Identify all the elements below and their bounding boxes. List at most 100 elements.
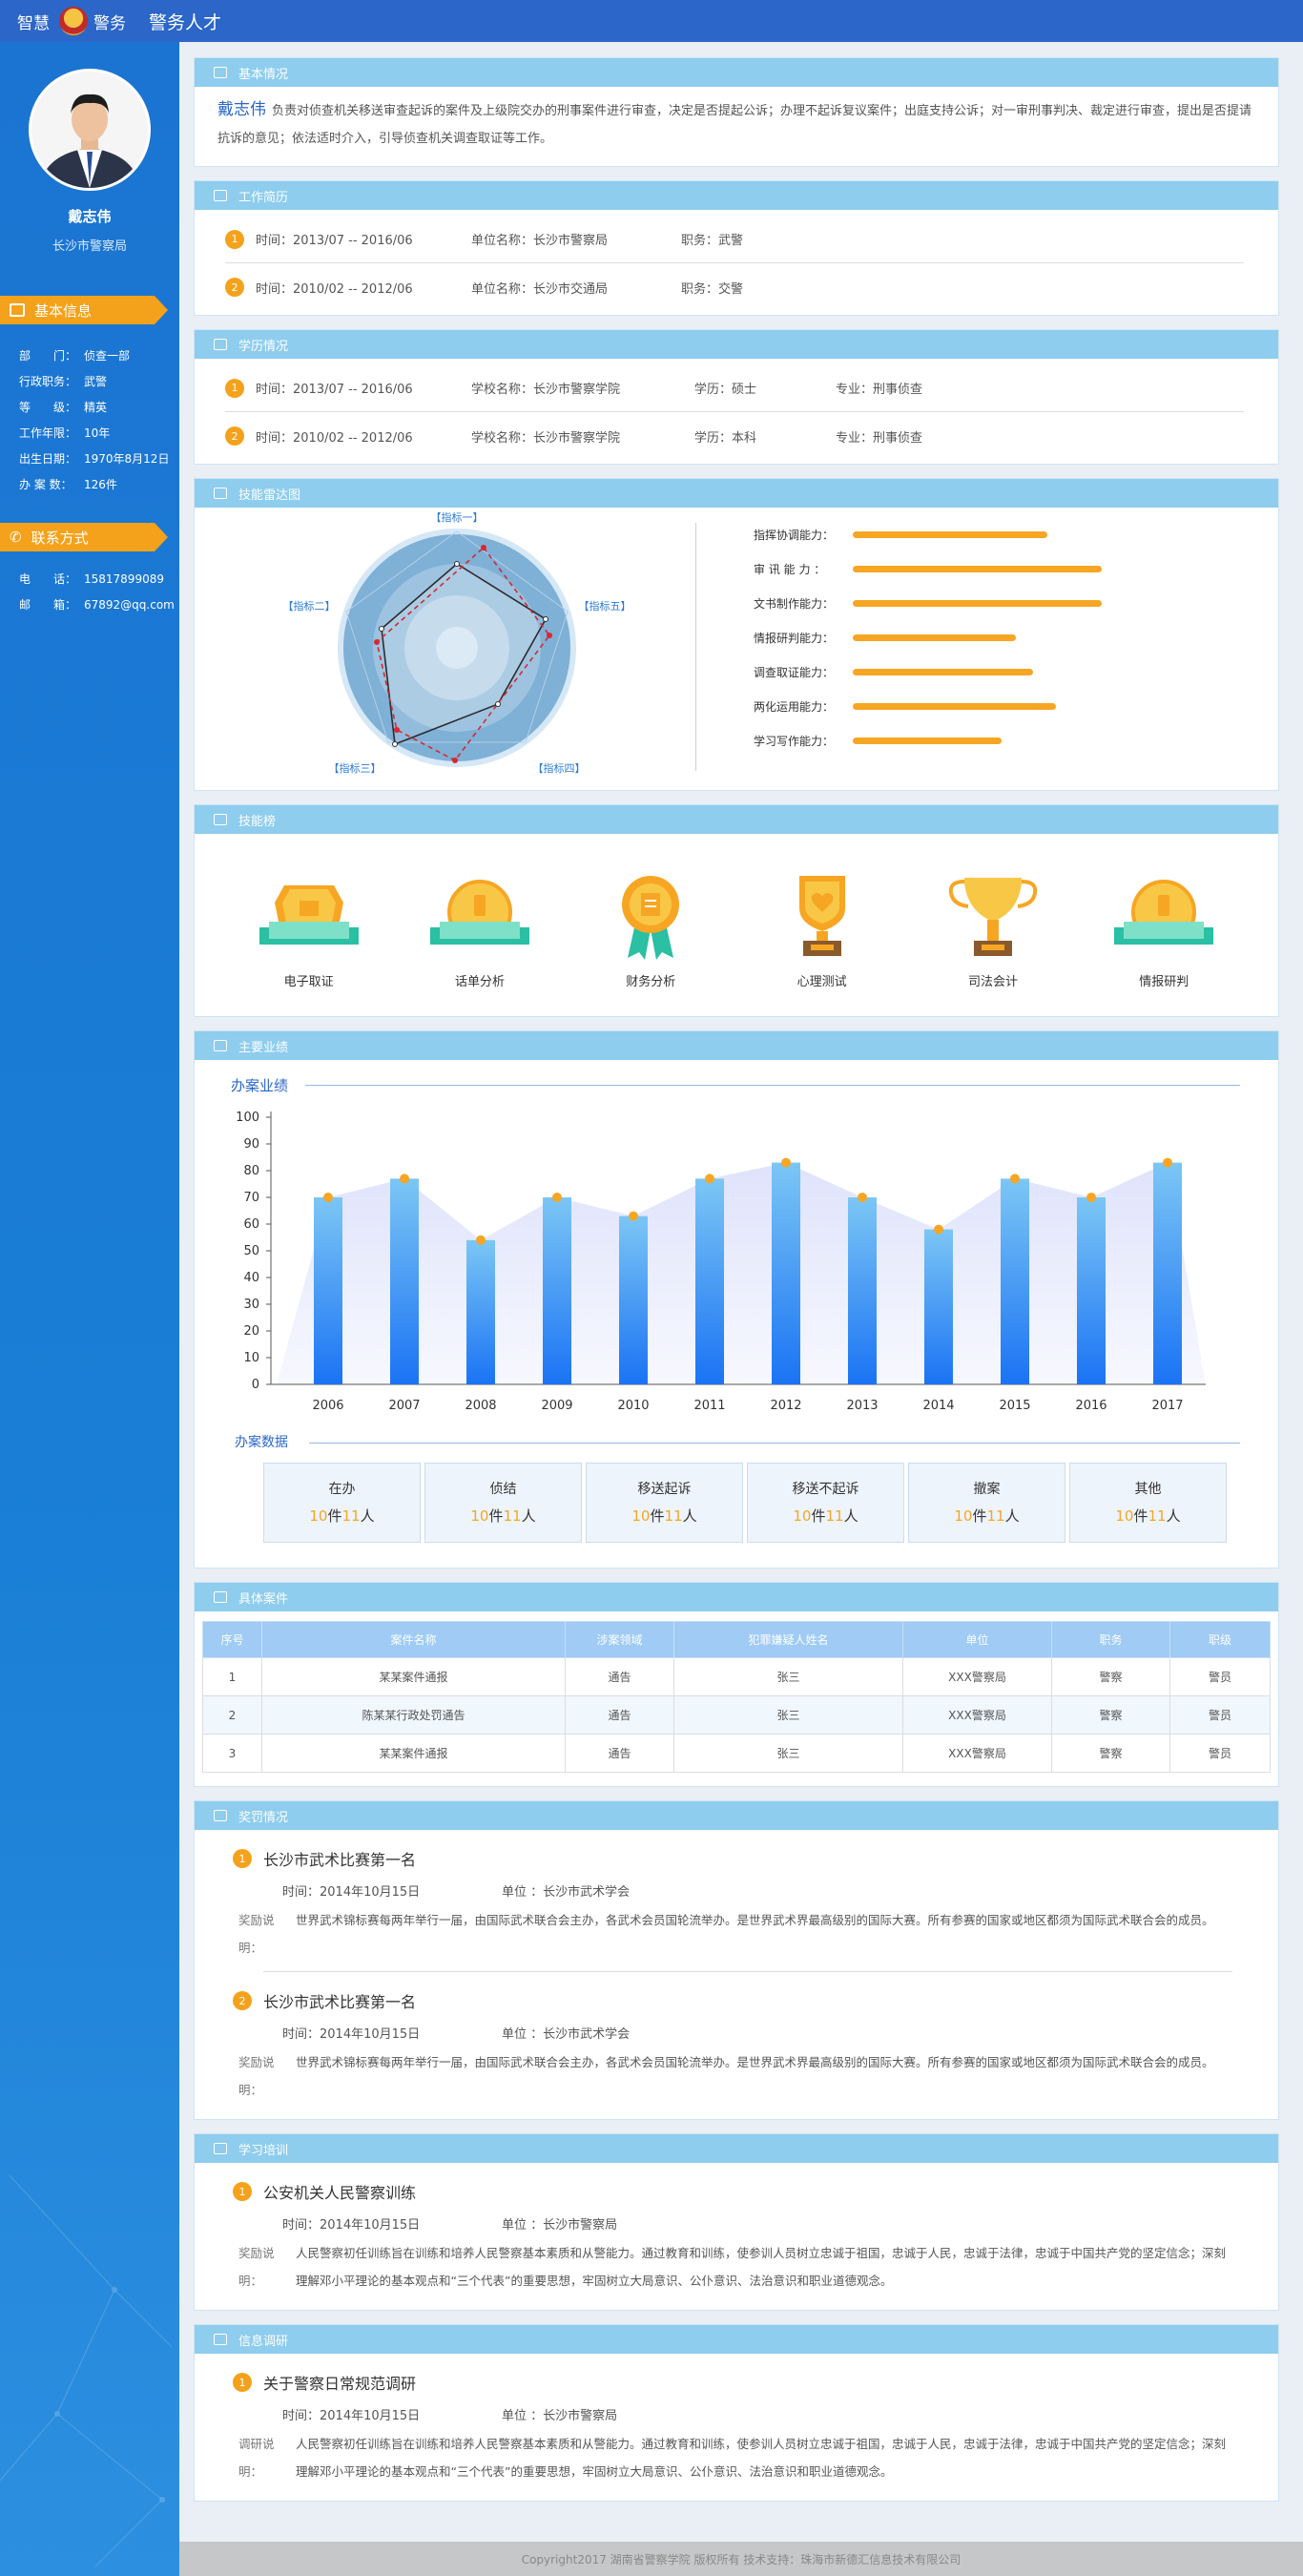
divider: [263, 1971, 1232, 1972]
y-tick-label: 60: [243, 1217, 259, 1232]
info-value: 侦查一部: [84, 349, 131, 363]
radar-label-2: 【指标二】: [283, 599, 336, 613]
radar-chart: 【指标一】 【指标二】 【指标三】 【指标四】 【指标五】: [283, 510, 631, 775]
stat-card[interactable]: 移送不起诉 10件11人: [747, 1463, 904, 1543]
info-value: 武警: [84, 375, 108, 388]
reward-title: 长沙市武术比赛第一名: [263, 1851, 417, 1869]
heart-trophy-icon: [798, 876, 845, 956]
stat-card[interactable]: 其他 10件11人: [1069, 1463, 1227, 1543]
desc-text: 世界武术锦标赛每两年举行一届，由国际武术联合会主办，各武术会员国轮流举办。是世界…: [296, 2055, 1214, 2069]
data-point: [705, 1174, 714, 1184]
x-tick-label: 2012: [770, 1399, 801, 1413]
contact-key: 邮 箱：: [19, 598, 77, 612]
top-bar: 智慧 警务 警务人才: [0, 0, 1303, 42]
cell: 张三: [673, 1734, 903, 1773]
work-row: 1 时间：2013/07 -- 2016/06 单位名称：长沙市警察局 职务：武警: [225, 216, 1244, 263]
y-tick-label: 100: [236, 1111, 259, 1125]
desc-key: 奖励说明：: [238, 2055, 275, 2097]
training-panel: 学习培训 1 公安机关人民警察训练 时间：2014年10月15日 单位 ：长沙市警察…: [194, 2133, 1279, 2311]
sidebar: 戴志伟 长沙市警察局 基本信息 部 门： 侦查一部 行政职务： 武警 等 级： 精英 …: [0, 42, 179, 2576]
basic-panel: 基本情况 戴志伟 负责对侦查机关移送审查起诉的案件及上级院交办的刑事案件进行审查，…: [194, 57, 1279, 167]
award-item[interactable]: 财务分析: [589, 872, 713, 989]
education-row: 1 时间：2013/07 -- 2016/06 学校名称：长沙市警察学院 学历：硕士 专…: [225, 364, 1244, 412]
bar-2016: [1077, 1197, 1106, 1384]
stat-card[interactable]: 在办 10件11人: [263, 1463, 421, 1543]
x-tick-label: 2007: [388, 1399, 420, 1413]
y-tick-label: 30: [243, 1298, 259, 1312]
panel-title: 技能榜: [238, 814, 277, 829]
row-number: 1: [225, 229, 244, 249]
award-item[interactable]: 司法会计: [931, 872, 1055, 989]
desc-text: 人民警察初任训练旨在训练和培养人民警察基本素质和从警能力。通过教育和训练，使参训…: [296, 2246, 1227, 2288]
y-tick-label: 10: [243, 1351, 259, 1365]
skill-label: 情报研判能力：: [754, 631, 835, 645]
panel-title: 工作简历: [238, 190, 289, 205]
research-desc: 调研说明： 人民警察初任训练旨在训练和培养人民警察基本素质和从警能力。通过教育和训…: [238, 2430, 1232, 2485]
stat-card[interactable]: 撤案 10件11人: [908, 1463, 1065, 1543]
skill-bar: [853, 599, 1102, 607]
table-row[interactable]: 1 某某案件通报 通告 张三 XXX警察局 警察 警员: [202, 1657, 1271, 1696]
x-tick-label: 2015: [999, 1399, 1030, 1413]
stat-value: 10件11人: [793, 1507, 858, 1525]
email-link[interactable]: 67892@qq.com: [84, 592, 175, 618]
info-key: 工作年限：: [19, 426, 77, 440]
panel-title: 主要业绩: [238, 1040, 289, 1055]
monitor-badge-icon: [259, 885, 359, 945]
brand-right: 警务: [93, 13, 126, 33]
radar-label-4: 【指标四】: [533, 761, 586, 775]
reward-title: 长沙市武术比赛第一名: [263, 1993, 417, 2011]
edu-school: 学校名称：长沙市警察学院: [471, 430, 621, 446]
basic-info-section: 基本信息: [0, 296, 168, 324]
data-point: [1086, 1193, 1096, 1202]
panel-title: 奖罚情况: [238, 1810, 289, 1825]
training-desc: 奖励说明： 人民警察初任训练旨在训练和培养人民警察基本素质和从警能力。通过教育和训…: [238, 2239, 1232, 2295]
research-time: 时间：2014年10月15日: [282, 2409, 421, 2423]
skill-label: 两化运用能力：: [754, 699, 835, 714]
skill-bar-row: 文书制作能力：: [754, 586, 1102, 620]
divider: [695, 523, 696, 771]
chart-title: 办案业绩: [231, 1077, 289, 1094]
phone-number[interactable]: 15817899089: [84, 567, 164, 592]
bar-2011: [695, 1178, 724, 1384]
info-row: 出生日期： 1970年8月12日: [19, 447, 179, 472]
data-point: [552, 1193, 562, 1202]
info-row: 办 案 数： 126件: [19, 472, 179, 498]
info-key: 办 案 数：: [19, 478, 72, 491]
stats-title: 办案数据: [235, 1435, 288, 1450]
bar-2012: [772, 1162, 800, 1384]
basic-info-list: 部 门： 侦查一部 行政职务： 武警 等 级： 精英 工作年限： 10年 出生日期： 19…: [0, 324, 179, 498]
stat-name: 其他: [1134, 1482, 1162, 1497]
skill-bar-row: 调查取证能力：: [754, 654, 1102, 689]
cell: 3: [202, 1734, 262, 1773]
skill-bar: [853, 530, 1047, 538]
stat-card[interactable]: 侦结 10件11人: [424, 1463, 582, 1543]
award-item[interactable]: 话单分析: [418, 872, 542, 989]
panel-title: 信息调研: [238, 2334, 289, 2349]
award-item[interactable]: 情报研判: [1102, 872, 1226, 989]
main-content: 基本情况 戴志伟 负责对侦查机关移送审查起诉的案件及上级院交办的刑事案件进行审查，…: [194, 57, 1279, 2515]
skill-label: 调查取证能力：: [754, 665, 835, 679]
contact-section: ✆ 联系方式: [0, 523, 168, 551]
stat-card[interactable]: 移送起诉 10件11人: [586, 1463, 743, 1543]
award-label: 司法会计: [967, 975, 1018, 989]
column-header: 单位: [902, 1621, 1052, 1658]
cell: 通告: [565, 1695, 674, 1735]
network-decoration: [0, 2174, 173, 2567]
trend-icon: [214, 1040, 227, 1051]
performance-panel: 主要业绩 办案业绩 0 10 20 30 40 50 60 70 80 90 100 2006 2007…: [194, 1030, 1279, 1568]
table-row[interactable]: 3 某某案件通报 通告 张三 XXX警察局 警察 警员: [202, 1734, 1271, 1773]
skill-bar-row: 审 讯 能 力 ：: [754, 551, 1102, 586]
table-row[interactable]: 2 陈某某行政处罚通告 通告 张三 XXX警察局 警察 警员: [202, 1695, 1271, 1735]
radar-label-1: 【指标一】: [431, 510, 484, 524]
skill-bar: [853, 565, 1102, 572]
education-row: 2 时间：2010/02 -- 2012/06 学校名称：长沙市警察学院 学历：本科 专…: [225, 412, 1244, 460]
cell: 警察: [1051, 1657, 1170, 1696]
skill-bars: 指挥协调能力： 审 讯 能 力 ： 文书制作能力： 情报研判能力： 调查取证能力…: [754, 517, 1102, 758]
panel-title: 基本情况: [238, 67, 289, 82]
award-item[interactable]: 电子取证: [247, 872, 371, 989]
row-number: 2: [225, 278, 244, 297]
award-item[interactable]: 心理测试: [760, 872, 884, 989]
research-title-row: 1 关于警察日常规范调研: [233, 2359, 1232, 2405]
contact-row: 邮 箱： 67892@qq.com: [19, 592, 179, 618]
skill-bar-row: 情报研判能力：: [754, 620, 1102, 654]
